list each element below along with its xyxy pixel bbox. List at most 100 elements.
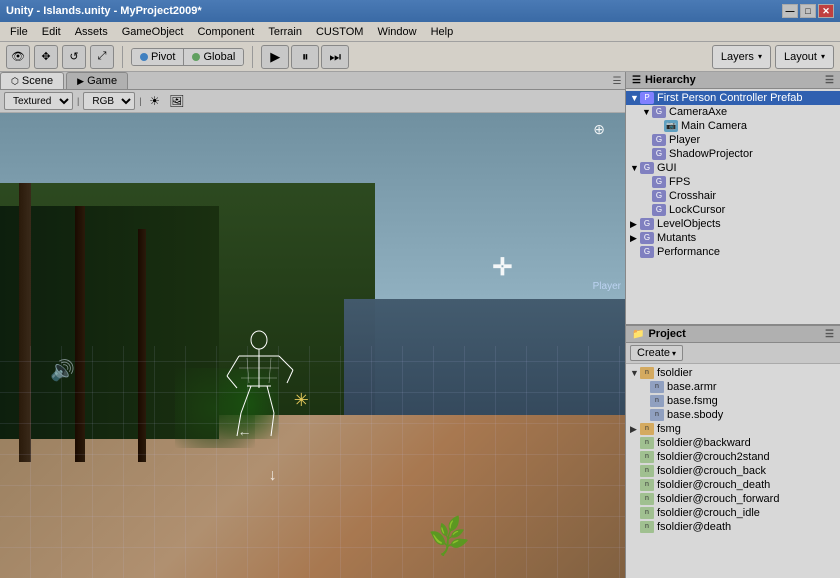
proj-item-crouch2stand[interactable]: ▶ n fsoldier@crouch2stand [626, 450, 840, 464]
scale-button[interactable]: ⤢ [90, 45, 114, 69]
pivot-dot-icon [140, 53, 148, 61]
hier-icon-fps: G [652, 176, 666, 188]
hier-item-lockcursor[interactable]: ▶ G LockCursor [626, 203, 840, 217]
scale-icon: ⤢ [98, 50, 107, 63]
global-label: Global [203, 51, 235, 63]
hier-item-gui[interactable]: ▼ G GUI [626, 161, 840, 175]
hierarchy-menu-button[interactable]: ☰ [825, 75, 834, 86]
pause-button[interactable]: ⏸ [291, 45, 319, 69]
tab-game-icon: ▶ [77, 76, 84, 86]
menu-terrain[interactable]: Terrain [262, 24, 308, 40]
sun-toggle-button[interactable]: ☀ [146, 92, 164, 110]
layers-label: Layers [721, 51, 754, 63]
menu-file[interactable]: File [4, 24, 34, 40]
hier-arrow-mutants: ▶ [630, 233, 640, 244]
menu-edit[interactable]: Edit [36, 24, 67, 40]
viewport-tab-menu-icon[interactable]: ☰ [609, 73, 625, 89]
hier-icon-shadow: G [652, 148, 666, 160]
hier-arrow-gui: ▼ [630, 163, 640, 173]
proj-arrow-fsoldier: ▼ [630, 368, 640, 378]
hier-icon-levelobj: G [640, 218, 654, 230]
separator-vp2: | [139, 96, 141, 106]
close-button[interactable]: ✕ [818, 4, 834, 18]
hier-item-levelobjects[interactable]: ▶ G LevelObjects [626, 217, 840, 231]
proj-icon-death: n [640, 521, 654, 533]
maximize-button[interactable]: □ [800, 4, 816, 18]
hier-icon-player: G [652, 134, 666, 146]
speaker-icon: 🔊 [50, 358, 75, 383]
menu-component[interactable]: Component [191, 24, 260, 40]
menu-window[interactable]: Window [371, 24, 422, 40]
hier-icon-mutants: G [640, 232, 654, 244]
hier-icon-lockcursor: G [652, 204, 666, 216]
menu-custom[interactable]: CUSTOM [310, 24, 369, 40]
hier-item-maincamera[interactable]: ▶ 📷 Main Camera [626, 119, 840, 133]
proj-item-backward[interactable]: ▶ n fsoldier@backward [626, 436, 840, 450]
hier-item-player[interactable]: ▶ G Player [626, 133, 840, 147]
proj-icon-crouch2stand: n [640, 451, 654, 463]
proj-item-crouchidle[interactable]: ▶ n fsoldier@crouch_idle [626, 506, 840, 520]
proj-item-basefsmg[interactable]: ▶ n base.fsmg [626, 394, 840, 408]
proj-label-crouchback: fsoldier@crouch_back [657, 465, 766, 477]
proj-item-crouchfwd[interactable]: ▶ n fsoldier@crouch_forward [626, 492, 840, 506]
tab-scene[interactable]: ⬡ Scene [0, 72, 64, 89]
selection-gizmo-icon: ✛ [492, 253, 512, 282]
render-mode-select[interactable]: Textured [4, 92, 73, 110]
eye-button[interactable]: 👁 [6, 45, 30, 69]
hier-item-performance[interactable]: ▶ G Performance [626, 245, 840, 259]
proj-item-fsmg[interactable]: ▶ n fsmg [626, 422, 840, 436]
color-mode-select[interactable]: RGB [83, 92, 135, 110]
hierarchy-list: ▼ P First Person Controller Prefab ▼ G C… [626, 89, 840, 324]
layers-dropdown[interactable]: Layers ▾ [712, 45, 771, 69]
proj-item-basearmr[interactable]: ▶ n base.armr [626, 380, 840, 394]
separator-2 [252, 46, 253, 68]
project-menu-button[interactable]: ☰ [825, 329, 834, 340]
hier-label-perf: Performance [657, 246, 720, 258]
hier-label-maincamera: Main Camera [681, 120, 747, 132]
menu-gameobject[interactable]: GameObject [116, 24, 190, 40]
hier-label-mutants: Mutants [657, 232, 696, 244]
main-content: ⬡ Scene ▶ Game ☰ Textured | RGB | ☀ 🖼 [0, 72, 840, 578]
proj-icon-basefsmg: n [650, 395, 664, 407]
tab-game[interactable]: ▶ Game [66, 72, 128, 89]
hier-item-shadowprojector[interactable]: ▶ G ShadowProjector [626, 147, 840, 161]
player-label: Player [593, 280, 621, 293]
nav-down-arrow-icon: ↓ [269, 467, 277, 485]
menu-assets[interactable]: Assets [69, 24, 114, 40]
proj-label-fsmg: fsmg [657, 423, 681, 435]
minimize-button[interactable]: — [782, 4, 798, 18]
hier-item-fpc[interactable]: ▼ P First Person Controller Prefab [626, 91, 840, 105]
proj-item-crouchback[interactable]: ▶ n fsoldier@crouch_back [626, 464, 840, 478]
menu-help[interactable]: Help [425, 24, 460, 40]
proj-item-crouchdeath[interactable]: ▶ n fsoldier@crouch_death [626, 478, 840, 492]
layout-dropdown[interactable]: Layout ▾ [775, 45, 834, 69]
global-button[interactable]: Global [184, 49, 243, 65]
play-button[interactable]: ▶ [261, 45, 289, 69]
skybox-button[interactable]: 🖼 [168, 92, 186, 110]
proj-label-basearmr: base.armr [667, 381, 717, 393]
hier-icon-gui: G [640, 162, 654, 174]
proj-item-basesbody[interactable]: ▶ n base.sbody [626, 408, 840, 422]
proj-item-fsoldier[interactable]: ▼ n fsoldier [626, 366, 840, 380]
create-button[interactable]: Create ▾ [630, 345, 683, 361]
scene-viewport[interactable]: ✳ 🔊 ↓ ← ⊕ ✛ 🌿 Player [0, 113, 625, 578]
proj-label-crouchfwd: fsoldier@crouch_forward [657, 493, 779, 505]
hier-item-fps[interactable]: ▶ G FPS [626, 175, 840, 189]
hier-item-mutants[interactable]: ▶ G Mutants [626, 231, 840, 245]
step-button[interactable]: ⏭ [321, 45, 349, 69]
hand-button[interactable]: ✥ [34, 45, 58, 69]
rotate-button[interactable]: ↺ [62, 45, 86, 69]
pivot-label: Pivot [151, 51, 175, 63]
right-panel: ☰ Hierarchy ☰ ▼ P First Person Controlle… [625, 72, 840, 578]
viewport-tabs: ⬡ Scene ▶ Game ☰ [0, 72, 625, 90]
hand-icon: ✥ [41, 50, 50, 63]
separator-vp: | [77, 96, 79, 106]
hier-label-lockcursor: LockCursor [669, 204, 725, 216]
pivot-button[interactable]: Pivot [132, 49, 184, 65]
hier-item-crosshair[interactable]: ▶ G Crosshair [626, 189, 840, 203]
proj-item-death[interactable]: ▶ n fsoldier@death [626, 520, 840, 534]
separator-1 [122, 46, 123, 68]
hier-icon-perf: G [640, 246, 654, 258]
toolbar: 👁 ✥ ↺ ⤢ Pivot Global ▶ ⏸ ⏭ Layers [0, 42, 840, 72]
hier-item-cameraaxe[interactable]: ▼ G CameraAxe [626, 105, 840, 119]
